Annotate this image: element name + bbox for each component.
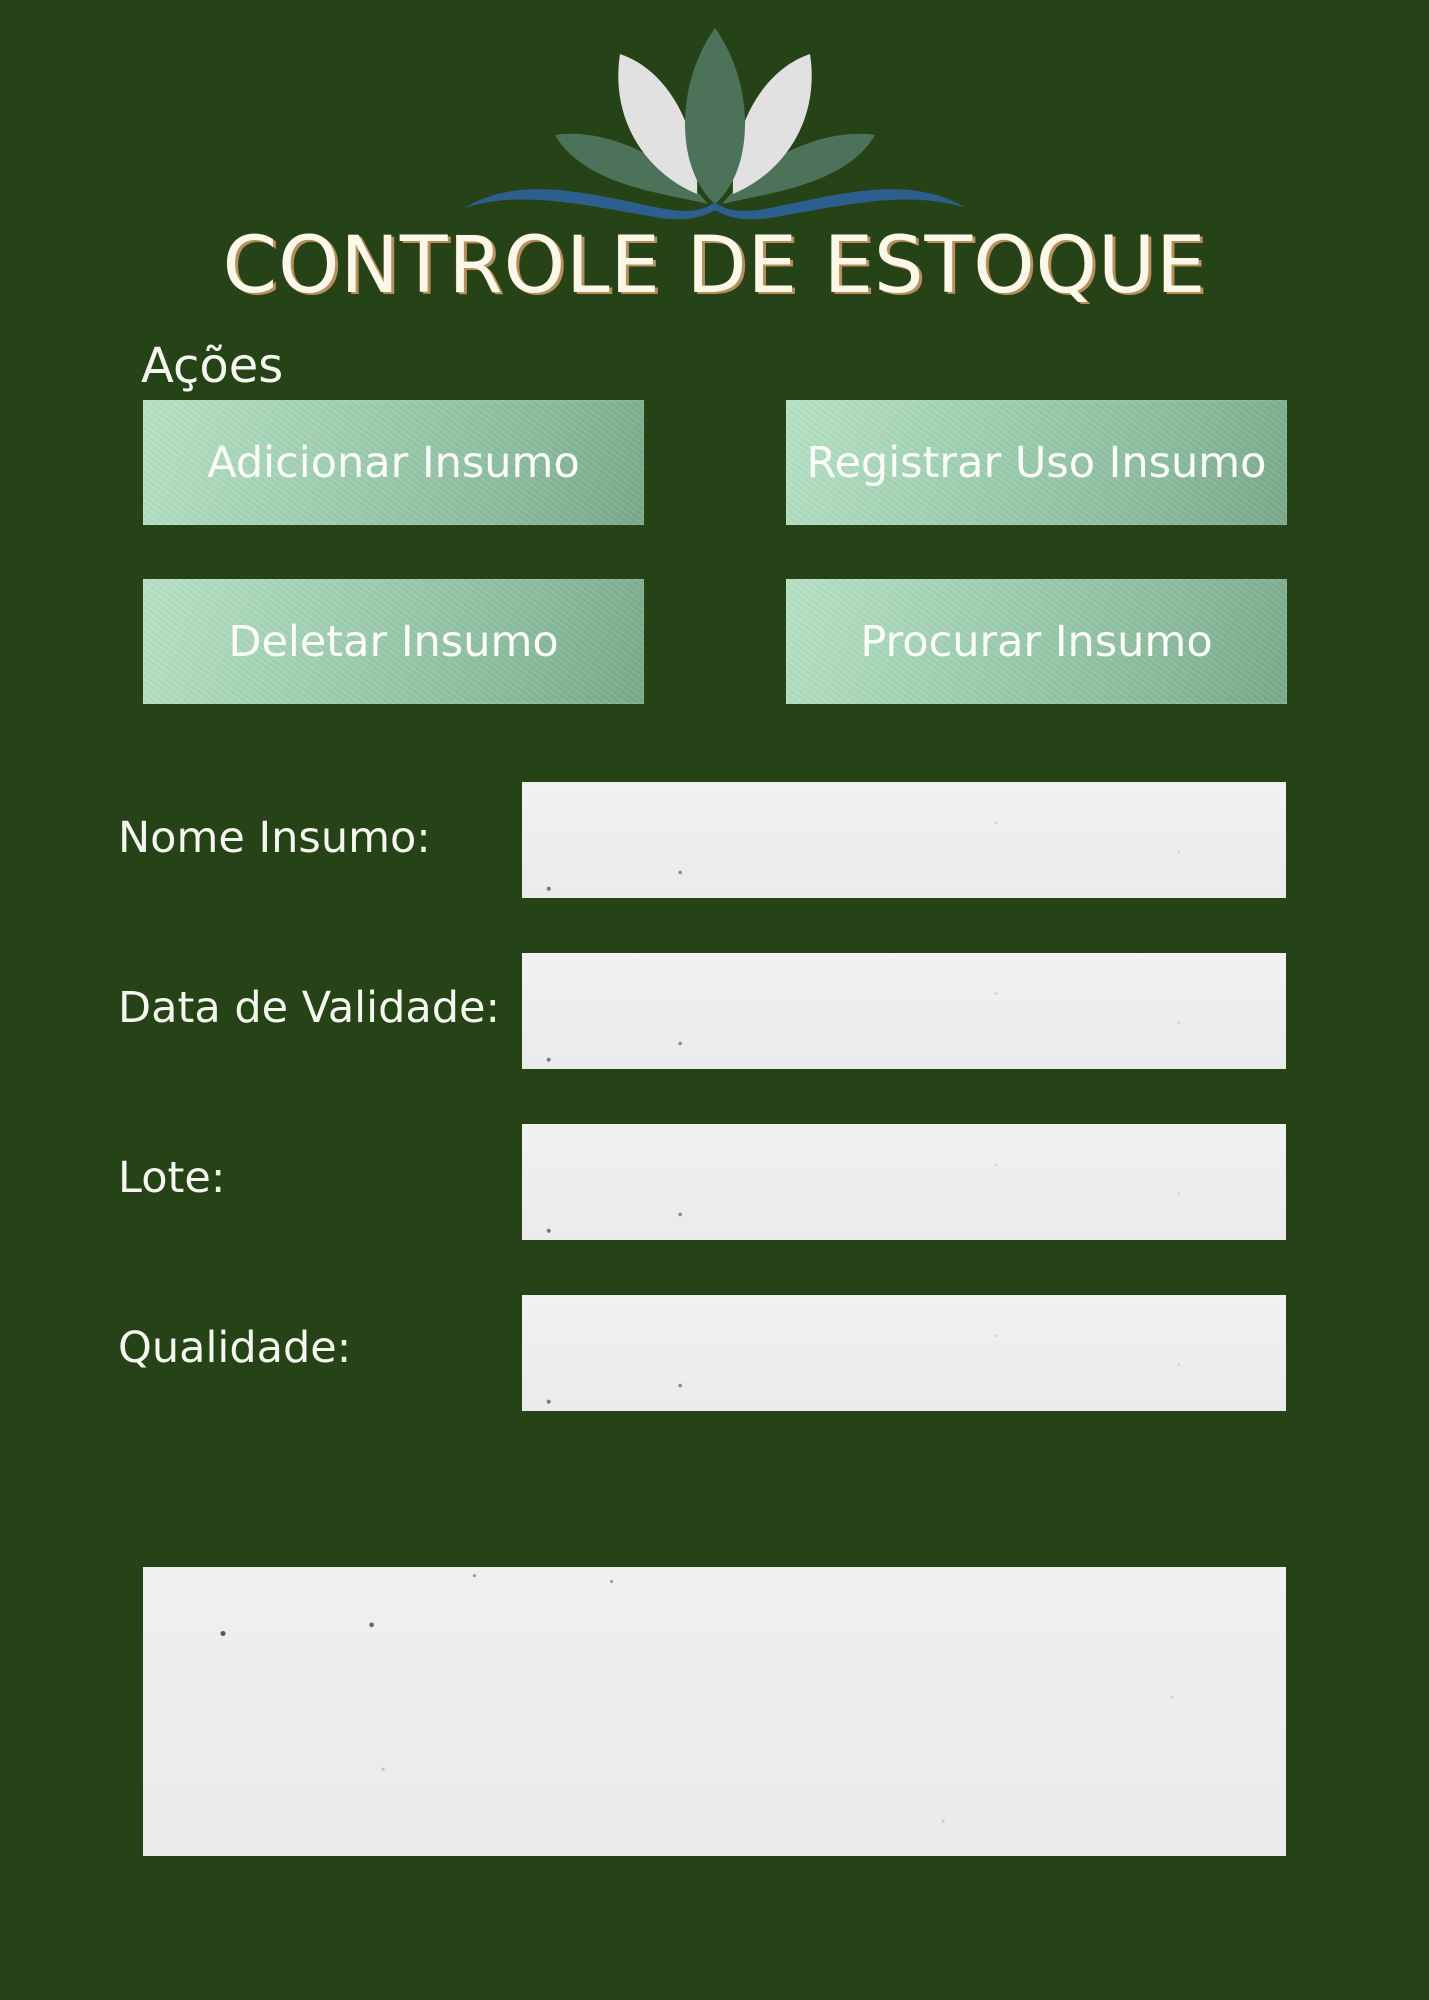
- supply-name-label: Nome Insumo:: [118, 813, 431, 863]
- add-supply-button[interactable]: Adicionar Insumo: [143, 400, 644, 525]
- lotus-icon: [450, 24, 980, 224]
- actions-section-title: Ações: [141, 338, 284, 394]
- lot-input[interactable]: [522, 1124, 1286, 1240]
- results-output-area: [143, 1567, 1286, 1856]
- delete-supply-button[interactable]: Deletar Insumo: [143, 579, 644, 704]
- supply-name-input[interactable]: [522, 782, 1286, 898]
- expiry-date-input[interactable]: [522, 953, 1286, 1069]
- search-supply-button[interactable]: Procurar Insumo: [786, 579, 1287, 704]
- quality-input[interactable]: [522, 1295, 1286, 1411]
- quality-label: Qualidade:: [118, 1323, 352, 1373]
- lot-label: Lote:: [118, 1153, 226, 1203]
- page-title: CONTROLE DE ESTOQUE: [222, 221, 1207, 311]
- register-supply-use-button[interactable]: Registrar Uso Insumo: [786, 400, 1287, 525]
- expiry-date-label: Data de Validade:: [118, 983, 500, 1033]
